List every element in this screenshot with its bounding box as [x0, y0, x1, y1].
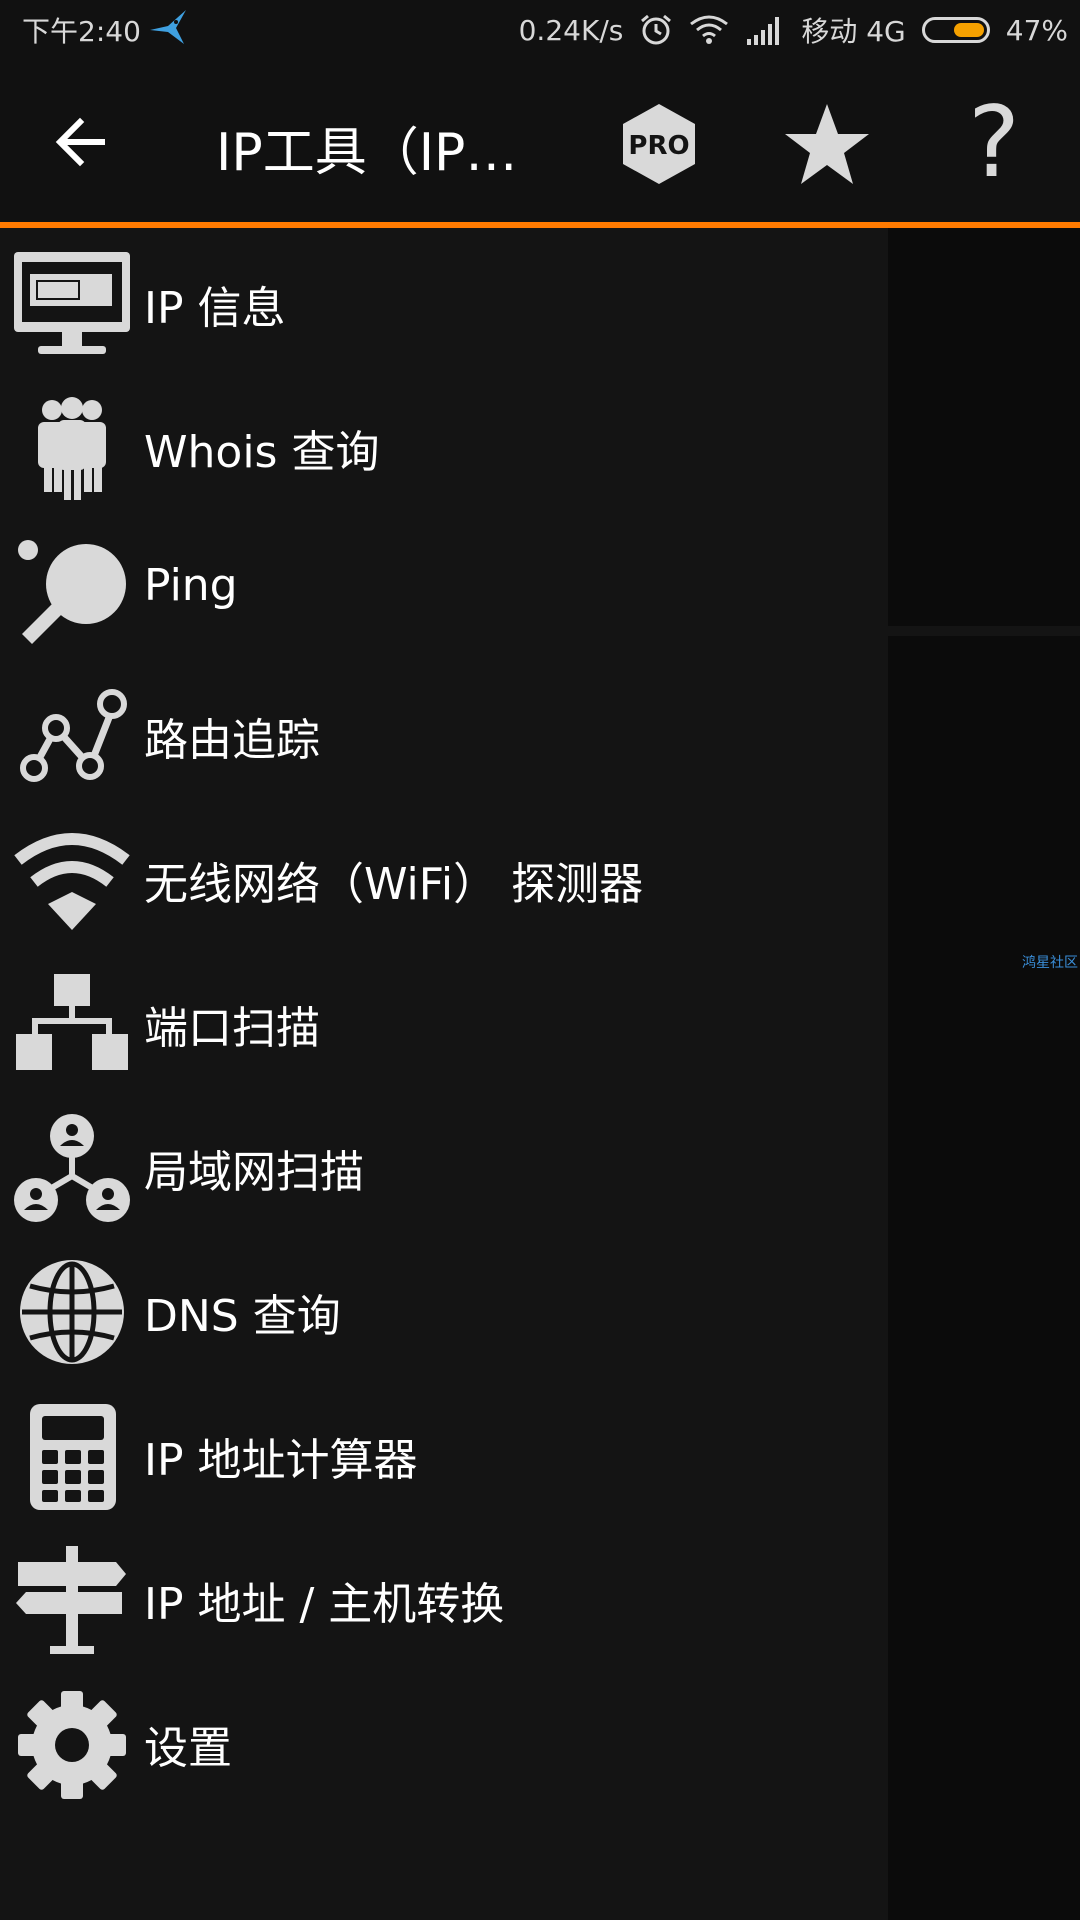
menu-item-lan-scan[interactable]: 局域网扫描 [0, 1092, 888, 1236]
menu-item-settings[interactable]: 设置 [0, 1668, 888, 1812]
back-arrow-icon[interactable] [52, 114, 108, 170]
hierarchy-icon [12, 970, 132, 1080]
star-icon[interactable] [784, 102, 870, 186]
status-bar: 下午2:40 0.24K/s 移动 4G 47% [0, 0, 1080, 58]
menu-item-label: 端口扫描 [144, 1003, 320, 1054]
page-title: IP工具（IP… [216, 123, 518, 183]
menu-item-ping[interactable]: Ping [0, 516, 888, 660]
menu-item-ip-info[interactable]: IP 信息 [0, 228, 888, 372]
menu-item-label: 设置 [144, 1723, 232, 1774]
calculator-icon [12, 1402, 132, 1512]
status-time: 下午2:40 [22, 15, 141, 48]
menu-item-whois[interactable]: Whois 查询 [0, 372, 888, 516]
menu-item-label: DNS 查询 [144, 1291, 341, 1342]
people-icon [12, 394, 132, 504]
battery-icon [921, 17, 990, 43]
navigation-drawer: IP 信息 Whois 查询 Ping 路由追踪 无线网络（WiFi） 探测器 … [0, 228, 888, 1920]
menu-item-label: 局域网扫描 [144, 1147, 364, 1198]
monitor-icon [12, 250, 132, 360]
battery-percent: 47% [1005, 13, 1068, 47]
gear-icon [12, 1690, 132, 1800]
menu-item-ip-host-converter[interactable]: IP 地址 / 主机转换 [0, 1524, 888, 1668]
signal-icon [745, 15, 785, 45]
network-speed: 0.24K/s [518, 13, 624, 47]
pro-label: PRO [628, 131, 689, 161]
menu-item-label: Whois 查询 [144, 427, 380, 478]
ping-pong-icon [12, 538, 132, 648]
help-button[interactable]: ? [968, 94, 1020, 192]
pro-button[interactable]: PRO [620, 102, 698, 186]
menu-item-dns-lookup[interactable]: DNS 查询 [0, 1236, 888, 1380]
menu-item-label: 无线网络（WiFi） 探测器 [144, 859, 644, 910]
globe-icon [12, 1258, 132, 1368]
menu-item-ip-calculator[interactable]: IP 地址计算器 [0, 1380, 888, 1524]
carrier-label: 移动 4G [801, 15, 906, 48]
menu-item-label: IP 地址 / 主机转换 [144, 1579, 505, 1630]
route-icon [12, 682, 132, 792]
menu-item-label: IP 信息 [144, 283, 286, 334]
background-divider [888, 626, 1080, 636]
watermark: 鸿星社区 [1022, 955, 1078, 971]
bird-notification-icon [146, 8, 190, 48]
menu-item-traceroute[interactable]: 路由追踪 [0, 660, 888, 804]
wifi-icon [12, 826, 132, 936]
signpost-icon [12, 1546, 132, 1656]
toolbar: IP工具（IP… PRO ? [0, 58, 1080, 222]
menu-item-label: IP 地址计算器 [144, 1435, 418, 1486]
menu-item-port-scan[interactable]: 端口扫描 [0, 948, 888, 1092]
alarm-icon [639, 13, 673, 47]
menu-item-label: 路由追踪 [144, 715, 320, 766]
wifi-status-icon [689, 14, 729, 46]
drawer-scrim[interactable] [888, 228, 1080, 1920]
menu-item-label: Ping [144, 560, 238, 611]
network-users-icon [12, 1114, 132, 1224]
menu-item-wifi-scanner[interactable]: 无线网络（WiFi） 探测器 [0, 804, 888, 948]
